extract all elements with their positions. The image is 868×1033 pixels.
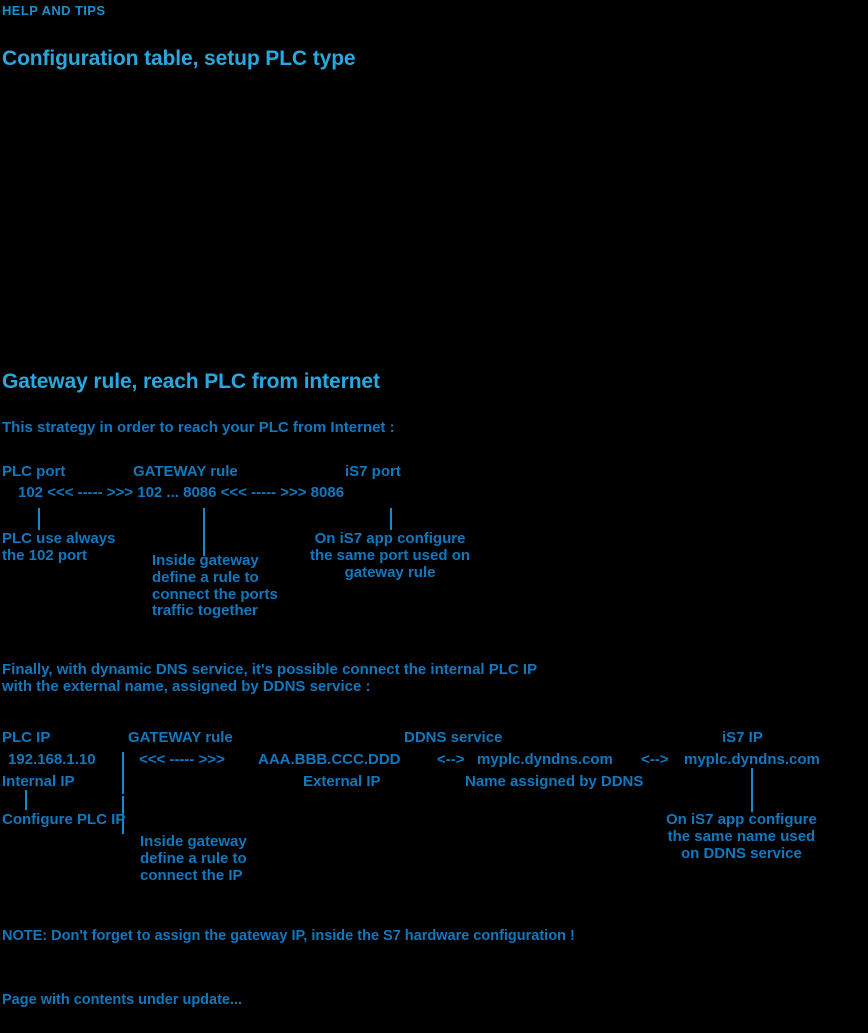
help-and-tips-page: HELP AND TIPS Configuration table, setup… <box>0 0 868 1033</box>
ip-flow-arrow-mid: <--> <box>437 751 465 768</box>
ports-flow-line: 102 <<< ----- >>> 102 ... 8086 <<< -----… <box>18 484 345 501</box>
ports-connector-gateway <box>203 508 205 556</box>
ip-col-header-is7: iS7 IP <box>722 729 763 746</box>
ports-connector-plc <box>38 508 40 530</box>
ports-connector-is7 <box>390 508 392 530</box>
section-heading-gateway-rule: Gateway rule, reach PLC from internet <box>2 370 380 393</box>
eyebrow-label: HELP AND TIPS <box>2 3 106 18</box>
ip-flow-plc-ip: 192.168.1.10 <box>8 751 96 768</box>
ip-flow-ddns-name: myplc.dyndns.com <box>477 751 613 768</box>
ip-annotation-is7: On iS7 app configure the same name used … <box>666 811 817 862</box>
ports-col-header-gateway: GATEWAY rule <box>133 463 238 480</box>
ip-flow-arrow-right: <--> <box>641 751 669 768</box>
ip-connector-is7 <box>751 768 753 812</box>
footer-status-text: Page with contents under update... <box>2 992 243 1008</box>
ip-annotation-plc: Configure PLC IP <box>2 811 126 828</box>
gateway-intro-text: This strategy in order to reach your PLC… <box>2 419 395 436</box>
ip-sublabel-internal: Internal IP <box>2 773 75 790</box>
ip-connector-plc <box>25 790 27 810</box>
ip-flow-external-ip: AAA.BBB.CCC.DDD <box>258 751 401 768</box>
ip-sublabel-external: External IP <box>303 773 381 790</box>
ip-flow-arrow-left: <<< ----- >>> <box>139 751 225 768</box>
section-heading-configuration-table: Configuration table, setup PLC type <box>2 47 356 70</box>
ip-annotation-gateway: Inside gateway define a rule to connect … <box>140 833 247 884</box>
ip-sublabel-ddns-name: Name assigned by DDNS <box>465 773 644 790</box>
ports-annotation-plc: PLC use always the 102 port <box>2 530 116 564</box>
ip-flow-is7-name: myplc.dyndns.com <box>684 751 820 768</box>
note-text: NOTE: Don't forget to assign the gateway… <box>2 928 575 944</box>
ports-col-header-is7: iS7 port <box>345 463 401 480</box>
ip-col-header-plc: PLC IP <box>2 729 51 746</box>
ip-col-header-gateway: GATEWAY rule <box>128 729 233 746</box>
ddns-intro-text: Finally, with dynamic DNS service, it's … <box>2 661 538 695</box>
ip-connector-gateway-top <box>122 752 124 794</box>
ports-annotation-gateway: Inside gateway define a rule to connect … <box>152 552 278 620</box>
ports-annotation-is7: On iS7 app configure the same port used … <box>310 530 471 581</box>
ports-col-header-plc: PLC port <box>2 463 66 480</box>
ip-col-header-ddns: DDNS service <box>404 729 503 746</box>
